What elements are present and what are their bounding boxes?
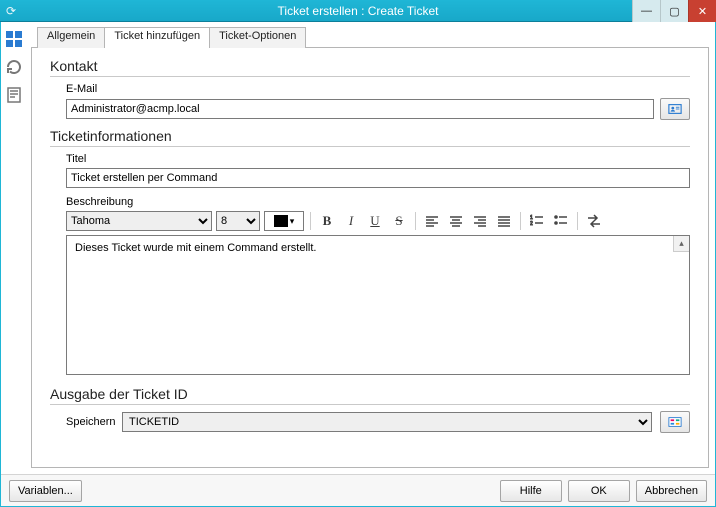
lookup-contact-button[interactable] [660, 98, 690, 120]
variables-button[interactable]: Variablen... [9, 480, 82, 502]
italic-button[interactable]: I [341, 211, 361, 231]
maximize-button[interactable]: ▢ [660, 0, 688, 22]
chevron-down-icon: ▾ [290, 216, 295, 227]
font-size-select[interactable]: 8 [216, 211, 260, 231]
window-title: Ticket erstellen : Create Ticket [0, 4, 716, 18]
ok-button[interactable]: OK [568, 480, 630, 502]
unordered-list-button[interactable] [551, 211, 571, 231]
description-label: Beschreibung [66, 196, 690, 208]
ltr-rtl-button[interactable] [584, 211, 604, 231]
minimize-button[interactable]: — [632, 0, 660, 22]
divider [50, 76, 690, 77]
variable-picker-button[interactable] [660, 411, 690, 433]
apps-icon[interactable] [3, 28, 25, 50]
app-icon: ⟳ [0, 4, 22, 18]
align-left-button[interactable] [422, 211, 442, 231]
divider [50, 146, 690, 147]
align-center-button[interactable] [446, 211, 466, 231]
refresh-icon[interactable] [3, 56, 25, 78]
close-button[interactable]: ✕ [688, 0, 716, 22]
page-icon[interactable] [3, 84, 25, 106]
scroll-up-icon[interactable]: ▴ [673, 236, 689, 252]
bold-button[interactable]: B [317, 211, 337, 231]
separator [520, 212, 521, 230]
title-input[interactable] [66, 168, 690, 188]
svg-text:2: 2 [530, 221, 533, 227]
tab-options[interactable]: Ticket-Optionen [209, 27, 306, 48]
contact-card-icon [668, 102, 682, 116]
rte-toolbar: Tahoma 8 ▾ B I U S 12 [66, 211, 690, 231]
variable-icon [668, 415, 682, 429]
title-label: Titel [66, 153, 690, 165]
underline-button[interactable]: U [365, 211, 385, 231]
section-info-heading: Ticketinformationen [50, 128, 690, 144]
strikethrough-button[interactable]: S [389, 211, 409, 231]
store-label: Speichern [66, 416, 114, 428]
ordered-list-button[interactable]: 12 [527, 211, 547, 231]
font-family-select[interactable]: Tahoma [66, 211, 212, 231]
align-justify-button[interactable] [494, 211, 514, 231]
section-output-heading: Ausgabe der Ticket ID [50, 386, 690, 402]
tab-add-ticket[interactable]: Ticket hinzufügen [104, 27, 210, 48]
description-textarea[interactable]: Dieses Ticket wurde mit einem Command er… [66, 235, 690, 375]
tab-general[interactable]: Allgemein [37, 27, 105, 48]
title-bar: ⟳ Ticket erstellen : Create Ticket — ▢ ✕ [0, 0, 716, 22]
tab-strip: Allgemein Ticket hinzufügen Ticket-Optio… [31, 26, 709, 47]
font-color-picker[interactable]: ▾ [264, 211, 304, 231]
email-label: E-Mail [66, 83, 690, 95]
divider [50, 404, 690, 405]
cancel-button[interactable]: Abbrechen [636, 480, 707, 502]
separator [310, 212, 311, 230]
separator [577, 212, 578, 230]
separator [415, 212, 416, 230]
color-swatch [274, 215, 288, 227]
align-right-button[interactable] [470, 211, 490, 231]
email-input[interactable] [66, 99, 654, 119]
store-variable-select[interactable]: TICKETID [122, 412, 652, 432]
sidebar [3, 26, 29, 474]
section-kontakt-heading: Kontakt [50, 58, 690, 74]
dialog-footer: Variablen... Hilfe OK Abbrechen [1, 474, 715, 506]
help-button[interactable]: Hilfe [500, 480, 562, 502]
tab-panel-add: Kontakt E-Mail Ticketinformationen Titel… [31, 47, 709, 468]
